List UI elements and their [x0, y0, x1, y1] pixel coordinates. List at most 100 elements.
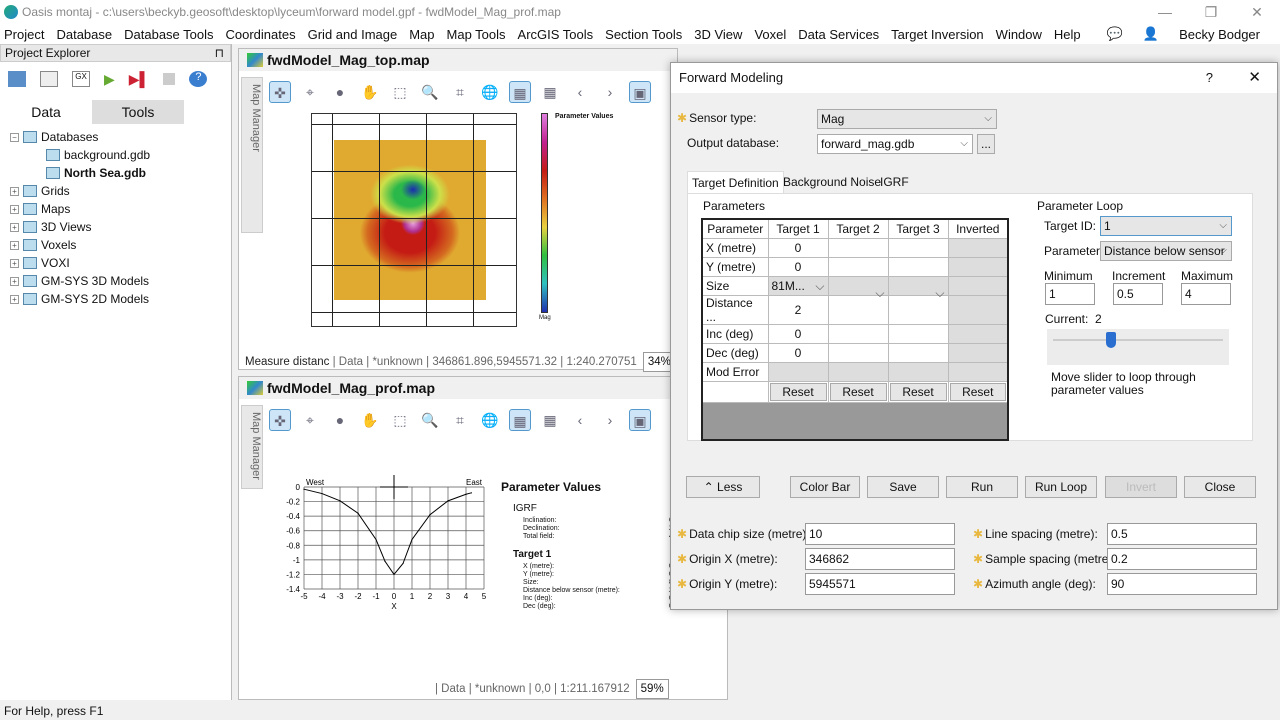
value-cell[interactable] [827, 342, 889, 363]
user-name[interactable]: Becky Bodger [1179, 27, 1260, 42]
tab-target-definition[interactable]: Target Definition [687, 171, 784, 193]
pan-hand-icon[interactable]: ✋ [359, 81, 381, 103]
value-cell[interactable] [827, 323, 889, 344]
value-cell[interactable]: 0 [767, 237, 829, 258]
line-spacing-input[interactable]: 0.5 [1107, 523, 1257, 545]
menu-map-tools[interactable]: Map Tools [447, 27, 506, 42]
tree-item[interactable]: + Grids [0, 182, 231, 200]
tree-item[interactable]: background.gdb [0, 146, 231, 164]
zoom-select[interactable]: 59% [635, 679, 669, 699]
browse-button[interactable]: ... [977, 134, 995, 154]
size-select[interactable]: ⌵ [887, 275, 949, 300]
pan-hand-icon[interactable]: ✋ [359, 409, 381, 431]
run-button[interactable]: Run [946, 476, 1018, 498]
menu-coordinates[interactable]: Coordinates [226, 27, 296, 42]
value-cell[interactable] [887, 342, 949, 363]
close-dialog-icon[interactable]: ✕ [1248, 63, 1261, 93]
menu-voxel[interactable]: Voxel [754, 27, 786, 42]
less-button[interactable]: ⌃ Less [686, 476, 760, 498]
map-manager-tab[interactable]: Map Manager [241, 405, 263, 489]
menu-window[interactable]: Window [996, 27, 1042, 42]
menu-arcgis-tools[interactable]: ArcGIS Tools [518, 27, 594, 42]
tree-item[interactable]: + Voxels [0, 236, 231, 254]
azimuth-input[interactable]: 90 [1107, 573, 1257, 595]
size-select[interactable]: 81M... ⌵ [767, 275, 829, 296]
menu-map[interactable]: Map [409, 27, 434, 42]
info-icon[interactable]: ● [329, 81, 351, 103]
tab-data[interactable]: Data [0, 100, 92, 124]
select-icon[interactable]: ✜ [269, 409, 291, 431]
close-window-button[interactable]: ✕ [1234, 0, 1280, 24]
maximum-input[interactable]: 4 [1181, 283, 1231, 305]
value-cell[interactable] [887, 323, 949, 344]
forward-icon[interactable]: › [599, 409, 621, 431]
expand-icon[interactable]: + [10, 258, 19, 268]
back-icon[interactable]: ‹ [569, 409, 591, 431]
reset-button[interactable]: Reset [769, 382, 827, 401]
stop-icon[interactable] [163, 73, 176, 85]
save-button[interactable]: Save [867, 476, 939, 498]
view-icon[interactable]: ▣ [629, 409, 651, 431]
expand-icon[interactable]: + [10, 186, 19, 196]
run-loop-button[interactable]: Run Loop [1025, 476, 1097, 498]
menu-data-services[interactable]: Data Services [798, 27, 879, 42]
help-button[interactable]: ? [1206, 63, 1213, 93]
zoom-icon[interactable]: 🔍 [419, 81, 441, 103]
value-cell[interactable] [827, 237, 889, 258]
layer2-icon[interactable]: ▦ [539, 409, 561, 431]
expand-icon[interactable]: + [10, 222, 19, 232]
tab-igrf[interactable]: IGRF [876, 171, 913, 193]
expand-icon[interactable]: + [10, 204, 19, 214]
loop-slider[interactable] [1047, 329, 1229, 365]
color-bar-button[interactable]: Color Bar [790, 476, 860, 498]
value-cell[interactable] [887, 256, 949, 277]
crop-icon[interactable]: ⌗ [449, 81, 471, 103]
reset-button[interactable]: Reset [889, 382, 947, 401]
minimize-button[interactable]: — [1142, 0, 1188, 24]
record-icon[interactable]: ▶▌ [129, 71, 150, 88]
size-select[interactable]: ⌵ [827, 275, 889, 300]
target-icon[interactable]: ⌖ [299, 409, 321, 431]
value-cell[interactable] [827, 256, 889, 277]
help-icon[interactable]: ? [189, 71, 208, 87]
menu-database[interactable]: Database [56, 27, 112, 42]
data-chip-size-input[interactable]: 10 [805, 523, 955, 545]
tree-item[interactable]: +3D Views [0, 218, 231, 236]
menu-section-tools[interactable]: Section Tools [605, 27, 682, 42]
slider-thumb[interactable] [1106, 332, 1117, 348]
menu-help[interactable]: Help [1054, 27, 1081, 42]
origin-x-input[interactable]: 346862 [805, 548, 955, 570]
tree-item[interactable]: North Sea.gdb [0, 164, 231, 182]
tree-item[interactable]: + GM-SYS 3D Models [0, 272, 231, 290]
value-cell[interactable]: 0 [767, 342, 829, 363]
value-cell[interactable] [887, 237, 949, 258]
tree-item[interactable]: + Maps [0, 200, 231, 218]
value-cell[interactable]: 0 [767, 256, 829, 277]
expand-icon[interactable]: + [10, 276, 19, 286]
layer-icon[interactable]: ▦ [509, 409, 531, 431]
reset-button[interactable]: Reset [949, 382, 1006, 401]
parameter-select[interactable]: Distance below sensor ⌵ [1100, 241, 1232, 261]
select-icon[interactable]: ✜ [269, 81, 291, 103]
expand-icon[interactable]: + [10, 240, 19, 250]
map-manager-tab[interactable]: Map Manager [241, 77, 263, 233]
value-cell[interactable]: 2 [767, 294, 829, 325]
expand-icon[interactable]: − [10, 132, 19, 142]
tab-tools[interactable]: Tools [92, 100, 184, 124]
output-database-select[interactable]: forward_mag.gdb ⌵ [817, 134, 973, 154]
crop-icon[interactable]: ⌗ [449, 409, 471, 431]
tree-item[interactable]: + VOXI [0, 254, 231, 272]
menu-project[interactable]: Project [4, 27, 44, 42]
increment-input[interactable]: 0.5 [1113, 283, 1163, 305]
close-button[interactable]: Close [1184, 476, 1256, 498]
info-icon[interactable]: ● [329, 409, 351, 431]
menu-database-tools[interactable]: Database Tools [124, 27, 213, 42]
expand-icon[interactable]: + [10, 294, 19, 304]
sensor-type-select[interactable]: Mag ⌵ [817, 109, 997, 129]
layer-icon[interactable]: ▦ [509, 81, 531, 103]
view-icon[interactable]: ▣ [629, 81, 651, 103]
chat-icon[interactable]: 💬 [1107, 26, 1123, 42]
sample-spacing-input[interactable]: 0.2 [1107, 548, 1257, 570]
minimum-input[interactable]: 1 [1045, 283, 1095, 305]
target-icon[interactable]: ⌖ [299, 81, 321, 103]
